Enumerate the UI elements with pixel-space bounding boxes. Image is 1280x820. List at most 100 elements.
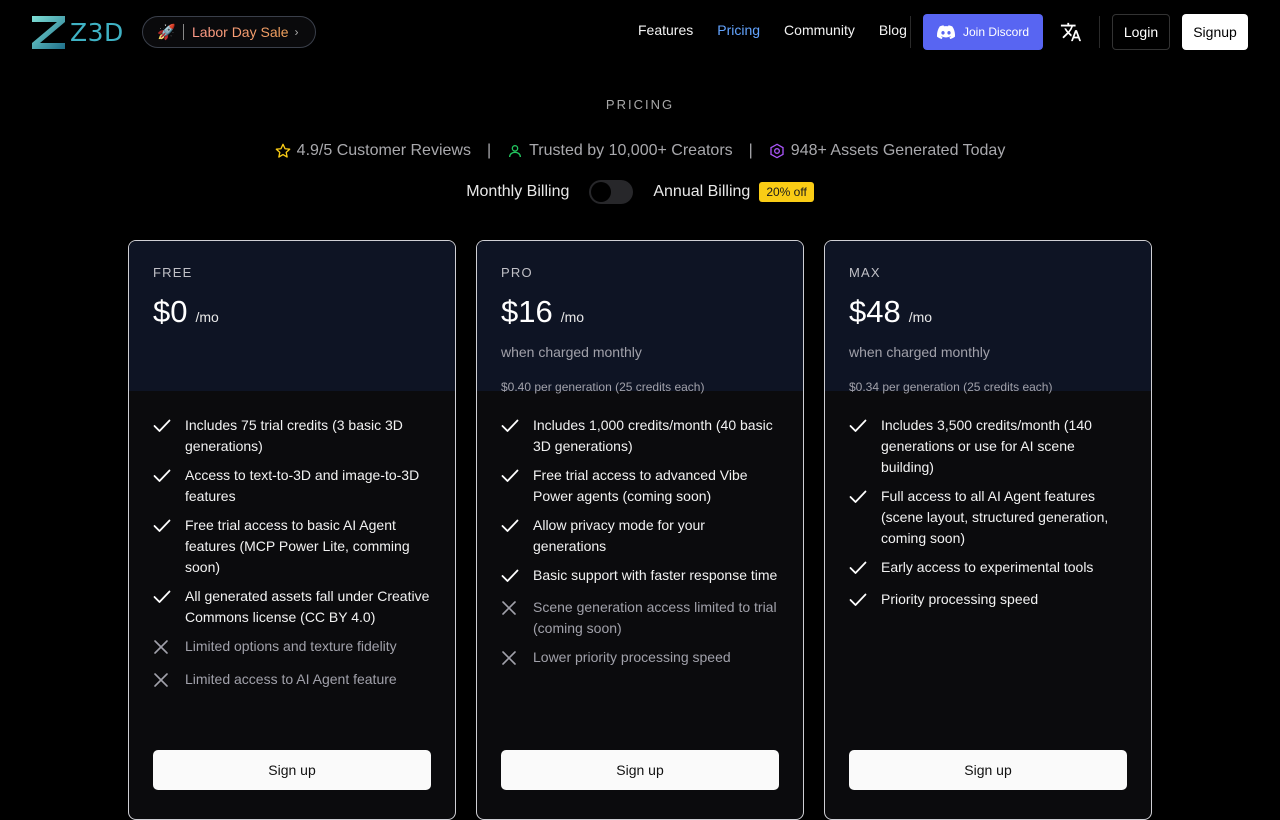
plan-features-list: Includes 3,500 credits/month (140 genera…	[825, 391, 1151, 613]
plan-feature-text: Early access to experimental tools	[881, 559, 1094, 575]
check-icon	[501, 465, 533, 507]
plan-feature-text: Scene generation access limited to trial…	[533, 599, 777, 636]
promo-divider	[183, 24, 184, 40]
plan-card-header: PRO $16 /mo when charged monthly $0.40 p…	[477, 241, 803, 394]
check-icon	[501, 415, 533, 457]
plan-card-header: FREE $0 /mo	[129, 241, 455, 391]
annual-billing-label[interactable]: Annual Billing	[653, 183, 750, 201]
plan-feature-text: Limited access to AI Agent feature	[185, 671, 397, 687]
nav-links: Features Pricing Community Blog	[638, 22, 931, 38]
plan-tier: PRO	[501, 265, 533, 280]
nav-link-community[interactable]: Community	[784, 22, 855, 38]
check-icon	[849, 415, 881, 478]
plan-period: /mo	[195, 309, 219, 325]
plan-feature: Lower priority processing speed	[501, 647, 779, 672]
plan-price-row: $0 /mo	[153, 294, 431, 330]
monthly-billing-label[interactable]: Monthly Billing	[466, 183, 569, 201]
plan-feature: Includes 3,500 credits/month (140 genera…	[849, 415, 1127, 478]
section-label: PRICING	[605, 97, 675, 112]
stat-assets: 948+ Assets Generated Today	[769, 142, 1005, 160]
stat-creators-text: Trusted by 10,000+ Creators	[529, 142, 733, 159]
plan-feature: Allow privacy mode for your generations	[501, 515, 779, 557]
stats-row: 4.9/5 Customer Reviews | Trusted by 10,0…	[0, 142, 1280, 160]
top-nav: Z3D 🚀 Labor Day Sale › Features Pricing …	[0, 0, 1280, 64]
x-icon	[153, 636, 185, 661]
plan-feature: All generated assets fall under Creative…	[153, 586, 431, 628]
plan-feature: Access to text-to-3D and image-to-3D fea…	[153, 465, 431, 507]
plan-signup-button-free[interactable]: Sign up	[153, 750, 431, 790]
plan-signup-button-max[interactable]: Sign up	[849, 750, 1127, 790]
plan-per-generation: $0.34 per generation (25 credits each)	[849, 380, 1053, 394]
x-icon	[501, 597, 533, 639]
plan-feature: Limited options and texture fidelity	[153, 636, 431, 661]
check-icon	[849, 557, 881, 581]
join-discord-button[interactable]: Join Discord	[923, 14, 1043, 50]
chevron-right-icon: ›	[294, 25, 299, 39]
plan-tier: FREE	[153, 265, 193, 280]
check-icon	[501, 515, 533, 557]
plan-feature-text: Includes 75 trial credits (3 basic 3D ge…	[185, 417, 403, 454]
plan-feature-text: Allow privacy mode for your generations	[533, 517, 705, 554]
plan-price-row: $48 /mo	[849, 294, 1127, 330]
stat-separator: |	[486, 142, 492, 159]
stat-separator: |	[748, 142, 753, 159]
plan-card-pro: PRO $16 /mo when charged monthly $0.40 p…	[476, 240, 804, 820]
check-icon	[153, 465, 185, 507]
check-icon	[501, 565, 533, 589]
discord-icon	[936, 25, 955, 39]
plan-feature-text: Free trial access to basic AI Agent feat…	[185, 517, 410, 575]
nav-link-pricing[interactable]: Pricing	[717, 22, 760, 38]
plan-feature-text: Basic support with faster response time	[533, 567, 778, 583]
labor-day-sale-button[interactable]: 🚀 Labor Day Sale ›	[142, 16, 316, 48]
plan-features-list: Includes 75 trial credits (3 basic 3D ge…	[129, 391, 455, 694]
plan-period: /mo	[560, 309, 585, 325]
nav-divider	[1099, 16, 1100, 48]
nav-link-blog[interactable]: Blog	[879, 22, 907, 38]
plan-feature-text: Priority processing speed	[881, 591, 1039, 607]
plan-price: $0	[153, 294, 188, 329]
check-icon	[153, 515, 185, 578]
plan-period: /mo	[908, 309, 933, 325]
star-icon	[275, 143, 291, 158]
brand-logo[interactable]: Z3D	[32, 15, 124, 49]
plan-charged-note: when charged monthly	[849, 344, 990, 360]
plan-card-header: MAX $48 /mo when charged monthly $0.34 p…	[825, 241, 1151, 394]
plan-card-max: MAX $48 /mo when charged monthly $0.34 p…	[824, 240, 1152, 820]
promo-label: Labor Day Sale	[192, 24, 289, 40]
plan-feature: Full access to all AI Agent features (sc…	[849, 486, 1127, 549]
plan-feature-text: Includes 1,000 credits/month (40 basic 3…	[533, 417, 773, 454]
translate-icon[interactable]	[1060, 21, 1082, 43]
plan-signup-button-pro[interactable]: Sign up	[501, 750, 779, 790]
check-icon	[849, 486, 881, 549]
nav-link-features[interactable]: Features	[638, 22, 693, 38]
plan-feature: Early access to experimental tools	[849, 557, 1127, 581]
plan-feature-text: Includes 3,500 credits/month (140 genera…	[881, 417, 1092, 475]
plan-features-list: Includes 1,000 credits/month (40 basic 3…	[477, 391, 803, 672]
plan-feature-text: Limited options and texture fidelity	[185, 638, 397, 654]
stat-reviews: 4.9/5 Customer Reviews	[275, 142, 471, 160]
stat-reviews-text: 4.9/5 Customer Reviews	[296, 142, 471, 159]
plan-card-free: FREE $0 /mo Includes 75 trial credits (3…	[128, 240, 456, 820]
plan-feature: Limited access to AI Agent feature	[153, 669, 431, 694]
plan-per-generation: $0.40 per generation (25 credits each)	[501, 380, 705, 394]
plan-charged-note: when charged monthly	[501, 344, 642, 360]
join-discord-label: Join Discord	[962, 25, 1030, 39]
plan-price: $48	[849, 294, 901, 329]
plan-feature-text: Lower priority processing speed	[533, 649, 731, 665]
plan-feature: Free trial access to basic AI Agent feat…	[153, 515, 431, 578]
signup-button[interactable]: Signup	[1182, 14, 1248, 50]
plan-price: $16	[501, 294, 553, 329]
plan-feature: Includes 1,000 credits/month (40 basic 3…	[501, 415, 779, 457]
toggle-knob	[591, 182, 612, 202]
user-icon	[509, 145, 522, 158]
brand-name: Z3D	[70, 17, 124, 47]
billing-toggle[interactable]	[589, 180, 634, 204]
login-button[interactable]: Login	[1112, 14, 1170, 50]
check-icon	[849, 589, 881, 613]
z3d-logo-icon	[32, 15, 65, 49]
plan-feature-text: All generated assets fall under Creative…	[185, 588, 430, 625]
plan-feature-text: Access to text-to-3D and image-to-3D fea…	[185, 467, 420, 504]
plan-feature: Scene generation access limited to trial…	[501, 597, 779, 639]
x-icon	[153, 669, 185, 694]
plan-feature: Includes 75 trial credits (3 basic 3D ge…	[153, 415, 431, 457]
